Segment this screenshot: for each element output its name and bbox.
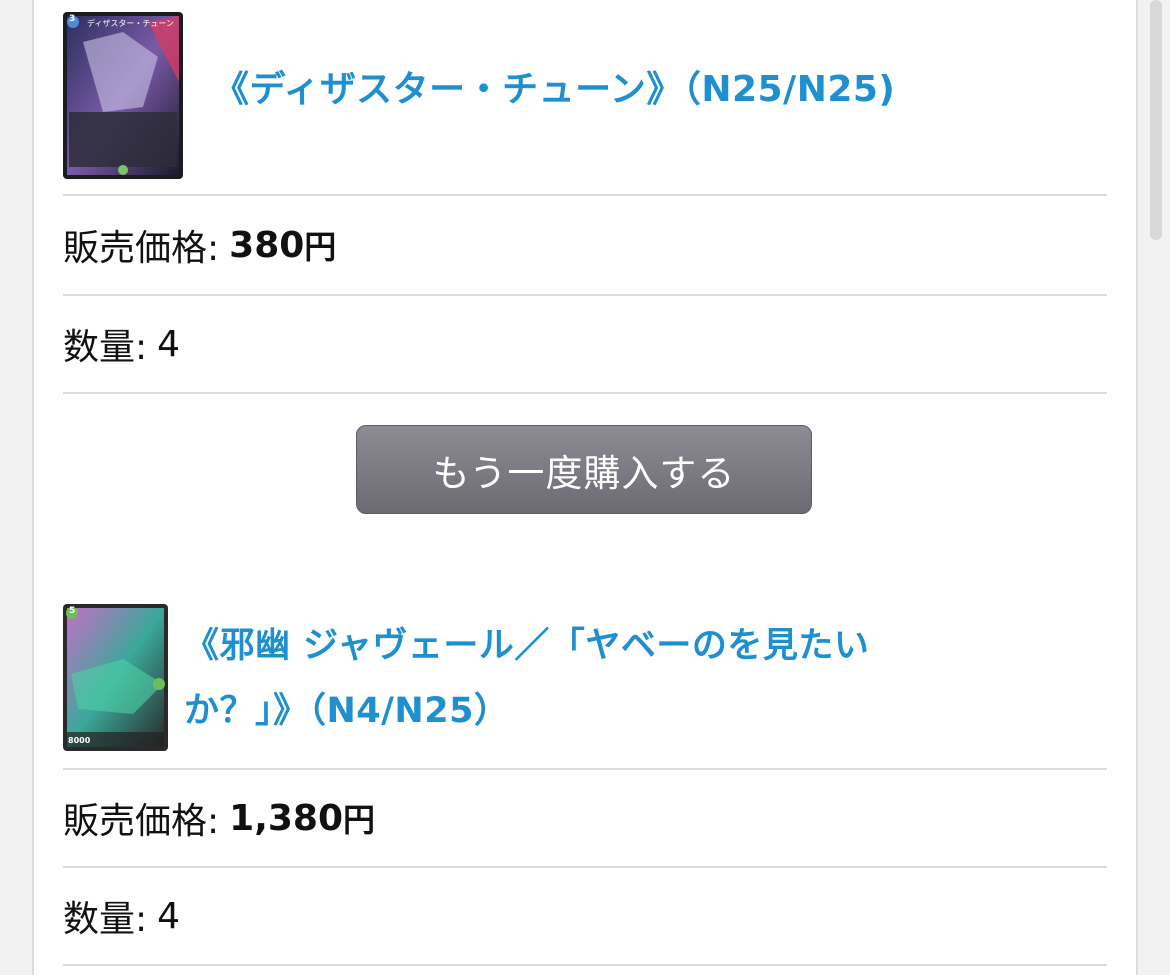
divider: [63, 392, 1107, 394]
price-label: 販売価格:: [63, 801, 220, 842]
price-row: 販売価格: 1,380 円: [63, 768, 1107, 866]
order-item-2: 5 8000 《邪幽 ジャヴェール／「ヤベーのを見たい か？」》（N4/N25）…: [63, 604, 1107, 966]
quantity-row: 数量: 4: [63, 866, 1107, 964]
price-value: 380: [229, 224, 305, 266]
order-item-1: 3 ディザスター・チューン 《ディザスター・チューン》（N25/N25) 販売価…: [63, 12, 1107, 394]
card-thumbnail[interactable]: 5 8000: [63, 604, 168, 751]
item-title-line-1: 《邪幽 ジャヴェール／「ヤベーのを見たい: [184, 626, 870, 666]
quantity-label: 数量:: [63, 899, 148, 940]
buy-again-button[interactable]: もう一度購入する: [356, 425, 812, 514]
price-label: 販売価格:: [63, 228, 220, 269]
quantity-label: 数量:: [63, 327, 148, 368]
quantity-value: 4: [157, 895, 181, 937]
item-title-link[interactable]: 《ディザスター・チューン》（N25/N25): [213, 68, 895, 112]
scrollbar[interactable]: [1150, 0, 1162, 240]
divider: [63, 964, 1107, 966]
card-cost: 5: [69, 606, 76, 616]
card-name-small: ディザスター・チューン: [87, 19, 174, 28]
item-title-line-2: か？」》（N4/N25）: [184, 691, 510, 731]
price-unit: 円: [343, 801, 376, 839]
item-title-link[interactable]: 《邪幽 ジャヴェール／「ヤベーのを見たい か？」》（N4/N25）: [184, 614, 869, 744]
quantity-row: 数量: 4: [63, 294, 1107, 392]
price-unit: 円: [304, 228, 337, 266]
card-cost: 3: [69, 14, 76, 24]
price-value: 1,380: [229, 797, 344, 839]
quantity-value: 4: [157, 323, 181, 365]
price-row: 販売価格: 380 円: [63, 194, 1107, 294]
card-thumbnail[interactable]: 3 ディザスター・チューン: [63, 12, 183, 179]
card-power: 8000: [68, 736, 91, 745]
